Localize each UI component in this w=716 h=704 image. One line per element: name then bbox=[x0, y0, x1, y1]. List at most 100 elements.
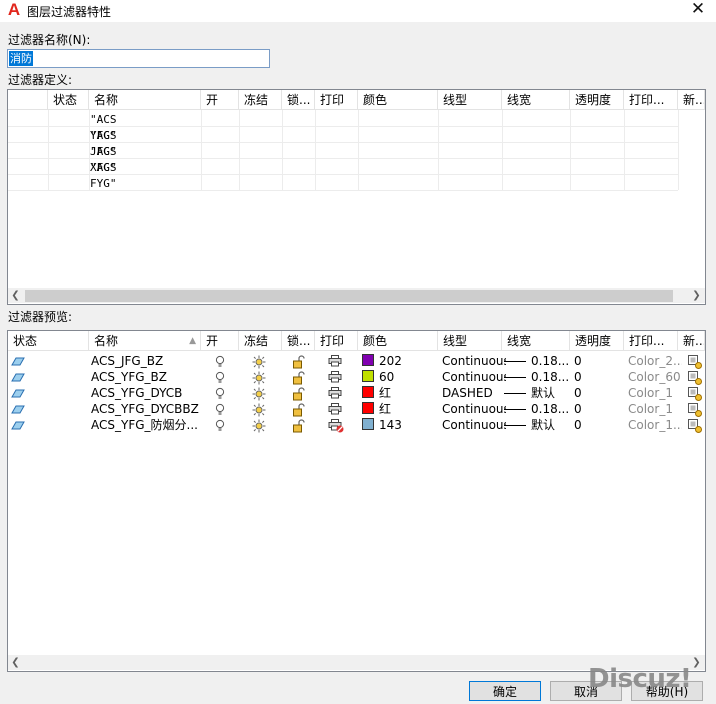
transparency[interactable]: 0 bbox=[570, 417, 628, 433]
plot-style[interactable]: Color_1 bbox=[624, 385, 682, 401]
scroll-thumb[interactable] bbox=[25, 290, 673, 302]
unlocked-icon bbox=[292, 386, 306, 401]
definition-column-name[interactable]: 名称 bbox=[89, 90, 201, 110]
linetype[interactable]: DASHED bbox=[438, 385, 506, 401]
preview-column-freeze[interactable]: 冻结 bbox=[239, 331, 282, 351]
color-name: 红 bbox=[379, 386, 392, 400]
newvp-cell[interactable] bbox=[678, 385, 705, 401]
layer-status-icon bbox=[11, 403, 25, 417]
plot-style[interactable]: Color_2... bbox=[624, 353, 682, 369]
preview-row[interactable]: ACS_JFG_BZ 202 Continuous 0.18... 0 Color_2..… bbox=[8, 353, 705, 369]
lightbulb-on-icon bbox=[215, 371, 229, 385]
new-viewport-freeze-icon bbox=[688, 354, 702, 369]
status-cell[interactable] bbox=[8, 353, 92, 369]
linetype[interactable]: Continuous bbox=[438, 401, 506, 417]
preview-column-on[interactable]: 开 bbox=[201, 331, 239, 351]
definition-column-color[interactable]: 颜色 bbox=[358, 90, 438, 110]
transparency[interactable]: 0 bbox=[570, 401, 628, 417]
definition-column-plotstyle[interactable]: 打印... bbox=[624, 90, 678, 110]
definition-column-row-selector[interactable] bbox=[8, 90, 48, 110]
layer-name[interactable]: ACS_YFG_防烟分... bbox=[89, 417, 203, 433]
status-cell[interactable] bbox=[8, 401, 92, 417]
plot-style[interactable]: Color_1... bbox=[624, 417, 682, 433]
color-swatch bbox=[362, 370, 374, 382]
ok-button[interactable]: 确定 bbox=[469, 681, 541, 701]
filter-name-label: 过滤器名称(N): bbox=[8, 33, 91, 47]
color-cell[interactable]: 红 bbox=[358, 401, 442, 417]
layer-name[interactable]: ACS_YFG_DYCBBZ bbox=[89, 401, 203, 417]
layer-name[interactable]: ACS_YFG_BZ bbox=[89, 369, 203, 385]
scroll-left-icon[interactable]: ❮ bbox=[8, 655, 23, 670]
preview-column-lock[interactable]: 锁... bbox=[282, 331, 315, 351]
filter-name-input[interactable]: 消防 bbox=[7, 49, 270, 68]
column-divider bbox=[678, 110, 679, 190]
column-divider bbox=[358, 110, 359, 190]
color-cell[interactable]: 143 bbox=[358, 417, 442, 433]
preview-column-plotstyle[interactable]: 打印... bbox=[624, 331, 678, 351]
color-swatch bbox=[362, 386, 374, 398]
plot-style[interactable]: Color_1 bbox=[624, 401, 682, 417]
color-cell[interactable]: 60 bbox=[358, 369, 442, 385]
lineweight-cell[interactable]: 默认 bbox=[502, 385, 572, 401]
lineweight-cell[interactable]: 0.18... bbox=[502, 353, 572, 369]
newvp-cell[interactable] bbox=[678, 417, 705, 433]
transparency[interactable]: 0 bbox=[570, 385, 628, 401]
status-cell[interactable] bbox=[8, 385, 92, 401]
lineweight-cell[interactable]: 默认 bbox=[502, 417, 572, 433]
color-swatch bbox=[362, 402, 374, 414]
preview-column-plot[interactable]: 打印 bbox=[315, 331, 358, 351]
preview-row[interactable]: ACS_YFG_BZ 60 Continuous 0.18... 0 Color_60 bbox=[8, 369, 705, 385]
definition-column-freeze[interactable]: 冻结 bbox=[239, 90, 282, 110]
status-cell[interactable] bbox=[8, 417, 92, 433]
filter-preview-list[interactable]: 状态 名称 ▲ 开冻结 锁... 打印 颜色 线型 线宽 透明度 打印... 新... ACS_JFG_… bbox=[7, 330, 706, 672]
sun-thaw-icon bbox=[252, 419, 266, 433]
preview-column-transparency[interactable]: 透明度 bbox=[570, 331, 624, 351]
color-cell[interactable]: 202 bbox=[358, 353, 442, 369]
filter-definition-grid[interactable]: 状态 名称开冻结 锁... 打印 颜色 线型 线宽 透明度 打印... 新... "ACS YFG"… bbox=[7, 89, 706, 305]
definition-column-status[interactable]: 状态 bbox=[48, 90, 89, 110]
lineweight-cell[interactable]: 0.18... bbox=[502, 401, 572, 417]
linetype[interactable]: Continuous bbox=[438, 369, 506, 385]
preview-column-newvp[interactable]: 新... bbox=[678, 331, 705, 351]
preview-row[interactable]: ACS_YFG_防烟分... 143 Continuous 默认 0 Color_1... bbox=[8, 417, 705, 433]
definition-column-transparency[interactable]: 透明度 bbox=[570, 90, 624, 110]
linetype[interactable]: Continuous bbox=[438, 353, 506, 369]
scroll-right-icon[interactable]: ❯ bbox=[689, 288, 704, 303]
no-print-icon bbox=[328, 418, 344, 433]
preview-row[interactable]: ACS_YFG_DYCB 红 DASHED 默认 0 Color_1 bbox=[8, 385, 705, 401]
definition-column-lineweight[interactable]: 线宽 bbox=[502, 90, 570, 110]
preview-column-name[interactable]: 名称 ▲ bbox=[89, 331, 201, 351]
preview-row[interactable]: ACS_YFG_DYCBBZ 红 Continuous 0.18... 0 Color_1 bbox=[8, 401, 705, 417]
preview-column-lineweight[interactable]: 线宽 bbox=[502, 331, 570, 351]
layer-name[interactable]: ACS_YFG_DYCB bbox=[89, 385, 203, 401]
newvp-cell[interactable] bbox=[678, 401, 705, 417]
filter-definition-label: 过滤器定义: bbox=[8, 73, 73, 87]
definition-column-plot[interactable]: 打印 bbox=[315, 90, 358, 110]
layer-status-icon bbox=[11, 371, 25, 385]
layer-name[interactable]: ACS_JFG_BZ bbox=[89, 353, 203, 369]
linetype[interactable]: Continuous bbox=[438, 417, 506, 433]
definition-hscrollbar[interactable]: ❮ ❯ bbox=[8, 288, 705, 303]
preview-column-status[interactable]: 状态 bbox=[8, 331, 89, 351]
definition-column-newvp[interactable]: 新... bbox=[678, 90, 705, 110]
transparency[interactable]: 0 bbox=[570, 353, 628, 369]
plot-style[interactable]: Color_60 bbox=[624, 369, 682, 385]
lineweight-cell[interactable]: 0.18... bbox=[502, 369, 572, 385]
definition-column-lock[interactable]: 锁... bbox=[282, 90, 315, 110]
preview-column-linetype[interactable]: 线型 bbox=[438, 331, 502, 351]
filter-preview-label: 过滤器预览: bbox=[8, 310, 73, 324]
newvp-cell[interactable] bbox=[678, 369, 705, 385]
color-cell[interactable]: 红 bbox=[358, 385, 442, 401]
definition-row-name[interactable]: "ACS FYG" bbox=[90, 160, 117, 192]
definition-column-on[interactable]: 开 bbox=[201, 90, 239, 110]
preview-column-color[interactable]: 颜色 bbox=[358, 331, 438, 351]
status-cell[interactable] bbox=[8, 369, 92, 385]
close-icon[interactable]: ✕ bbox=[688, 0, 708, 19]
filter-name-value: 消防 bbox=[9, 51, 33, 66]
color-name: 143 bbox=[379, 418, 402, 432]
transparency[interactable]: 0 bbox=[570, 369, 628, 385]
unlocked-icon bbox=[292, 370, 306, 385]
definition-column-linetype[interactable]: 线型 bbox=[438, 90, 502, 110]
newvp-cell[interactable] bbox=[678, 353, 705, 369]
scroll-left-icon[interactable]: ❮ bbox=[8, 288, 23, 303]
